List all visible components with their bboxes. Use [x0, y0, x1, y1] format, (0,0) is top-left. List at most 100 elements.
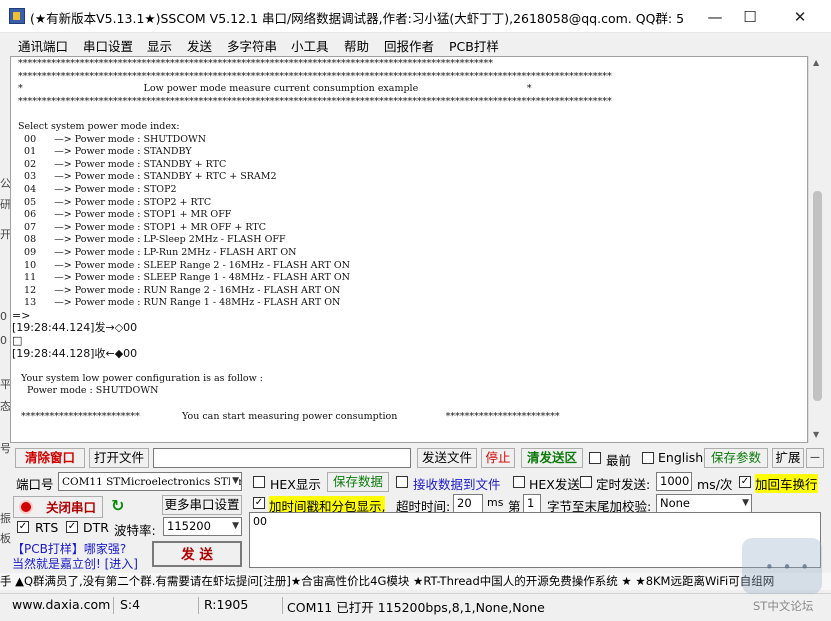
timed-send-checkbox[interactable]	[580, 476, 592, 488]
menu-comm-port[interactable]: 通讯端口	[18, 36, 68, 55]
terminal-line: 04 —> Power mode : STOP2	[18, 183, 177, 195]
left-edge-char: 0	[0, 334, 7, 347]
refresh-icon[interactable]: ↻	[111, 496, 124, 515]
terminal-measure-line: ************************* You can start …	[18, 410, 560, 422]
menu-help[interactable]: 帮助	[344, 36, 369, 55]
file-path-input[interactable]	[153, 448, 411, 468]
terminal-line: 02 —> Power mode : STANDBY + RTC	[18, 158, 227, 170]
terminal-line: 01 —> Power mode : STANDBY	[18, 146, 192, 158]
timeout-input[interactable]: 20	[453, 494, 483, 513]
scroll-up-icon[interactable]: ▲	[813, 58, 819, 67]
terminal-line: ****************************************…	[18, 70, 612, 82]
clear-window-button[interactable]: 清除窗口	[15, 448, 85, 468]
status-bar: www.daxia.com S:4 R:1905 COM11 已打开 11520…	[0, 593, 831, 617]
status-divider	[198, 597, 199, 614]
menu-bar: 通讯端口 串口设置 显示 发送 多字符串 小工具 帮助 回报作者 PCB打样	[0, 33, 831, 55]
menu-pcb[interactable]: PCB打样	[449, 36, 499, 55]
terminal-line: ****************************************…	[18, 58, 493, 69]
open-file-button[interactable]: 打开文件	[89, 448, 149, 468]
terminal-config-line: Your system low power configuration is a…	[18, 372, 263, 384]
hex-send-checkbox[interactable]	[513, 476, 525, 488]
collapse-button[interactable]: —	[806, 448, 824, 468]
close-button[interactable]: ✕	[778, 3, 822, 31]
recv-to-file-checkbox[interactable]	[396, 476, 408, 488]
checksum-select[interactable]: None ▼	[656, 494, 752, 513]
menu-tools[interactable]: 小工具	[291, 36, 329, 55]
menu-send[interactable]: 发送	[187, 36, 212, 55]
terminal-line: 10 —> Power mode : SLEEP Range 2 - 16MHz…	[18, 259, 350, 271]
interval-input[interactable]: 1000	[656, 472, 692, 491]
left-edge-char: 板	[0, 532, 11, 545]
baud-value: 115200	[167, 519, 211, 533]
recv-to-file-label[interactable]: 接收数据到文件	[413, 474, 501, 493]
save-data-button[interactable]: 保存数据	[327, 472, 389, 492]
close-port-button[interactable]: 关闭串口	[13, 496, 103, 518]
save-params-button[interactable]: 保存参数	[704, 448, 768, 468]
port-value: COM11 STMicroelectronics STLink Virtual …	[62, 476, 241, 488]
record-icon	[19, 500, 33, 514]
terminal-line: 00 —> Power mode : SHUTDOWN	[18, 133, 207, 145]
send-button[interactable]: 发 送	[152, 541, 242, 567]
rts-label: RTS	[35, 520, 59, 535]
terminal-config-mode: Power mode : SHUTDOWN	[18, 385, 159, 397]
hex-send-label: HEX发送	[529, 477, 580, 492]
topmost-checkbox[interactable]	[589, 452, 601, 464]
receive-text: ****************************************…	[12, 58, 793, 423]
rts-checkbox[interactable]: ✓	[17, 521, 29, 533]
status-sent: S:4	[120, 597, 141, 612]
english-label: English	[658, 450, 704, 465]
newline-label: 加回车换行	[755, 474, 818, 493]
maximize-button[interactable]: ☐	[728, 3, 772, 31]
send-file-button[interactable]: 发送文件	[417, 448, 477, 468]
status-divider	[113, 597, 114, 614]
port-select[interactable]: COM11 STMicroelectronics STLink Virtual …	[58, 472, 242, 491]
port-label: 端口号	[16, 477, 54, 492]
english-checkbox[interactable]	[642, 452, 654, 464]
chevron-down-icon: ▼	[230, 473, 239, 490]
menu-serial-settings[interactable]: 串口设置	[83, 36, 133, 55]
timed-send-label: 定时发送:	[596, 477, 651, 492]
chevron-down-icon: ▼	[232, 521, 239, 531]
terminal-line: 11 —> Power mode : SLEEP Range 1 - 48MHz…	[18, 272, 350, 284]
terminal-line: ****************************************…	[18, 95, 612, 107]
stop-button[interactable]: 停止	[481, 448, 515, 468]
menu-feedback[interactable]: 回报作者	[384, 36, 434, 55]
baud-label: 波特率:	[114, 523, 156, 538]
newline-checkbox[interactable]: ✓	[739, 476, 751, 488]
terminal-line: 07 —> Power mode : STOP1 + MR OFF + RTC	[18, 221, 266, 233]
receive-area[interactable]: ****************************************…	[10, 56, 808, 443]
chat-bubble-icon: • • •	[765, 558, 812, 576]
interval-unit: ms/次	[697, 477, 733, 492]
terminal-line: * Low power mode measure current consump…	[18, 83, 532, 95]
promo-line-2[interactable]: 当然就是嘉立创! [进入]	[12, 555, 138, 572]
status-port-info: COM11 已打开 115200bps,8,1,None,None	[287, 600, 545, 615]
status-website[interactable]: www.daxia.com	[12, 597, 110, 612]
expand-button[interactable]: 扩展	[772, 448, 804, 468]
vertical-scrollbar[interactable]: ▲ ▼	[808, 56, 826, 443]
hex-display-checkbox[interactable]	[253, 476, 265, 488]
terminal-line: 06 —> Power mode : STOP1 + MR OFF	[18, 209, 232, 221]
watermark-text: ST中文论坛	[753, 599, 814, 613]
app-icon	[9, 8, 25, 24]
dtr-label: DTR	[83, 520, 109, 535]
send-input[interactable]: 00	[249, 512, 821, 568]
hex-display-label: HEX显示	[270, 477, 321, 492]
byte-index-input[interactable]: 1	[523, 494, 541, 513]
scroll-thumb[interactable]	[813, 191, 822, 401]
dtr-checkbox[interactable]: ✓	[66, 521, 78, 533]
baud-select[interactable]: 115200 ▼	[163, 517, 242, 536]
status-received: R:1905	[204, 597, 249, 612]
timestamp-checkbox[interactable]: ✓	[253, 497, 265, 509]
left-edge-char: 0	[0, 310, 7, 323]
menu-display[interactable]: 显示	[147, 36, 172, 55]
status-divider	[282, 597, 283, 614]
scroll-down-icon[interactable]: ▼	[813, 430, 819, 439]
menu-multi-string[interactable]: 多字符串	[227, 36, 277, 55]
news-ticker[interactable]: 手 ▲Q群满员了,没有第二个群.有需要请在虾坛提问[注册]★合宙高性价比4G模块…	[0, 573, 831, 590]
clear-send-button[interactable]: 清发送区	[521, 448, 583, 468]
window-title: (★有新版本V5.13.1★)SSCOM V5.12.1 串口/网络数据调试器,…	[30, 11, 685, 26]
terminal-sent-log: [19:28:44.124]发→◇00	[12, 321, 138, 335]
close-port-label: 关闭串口	[46, 500, 97, 515]
more-settings-button[interactable]: 更多串口设置	[162, 495, 242, 515]
